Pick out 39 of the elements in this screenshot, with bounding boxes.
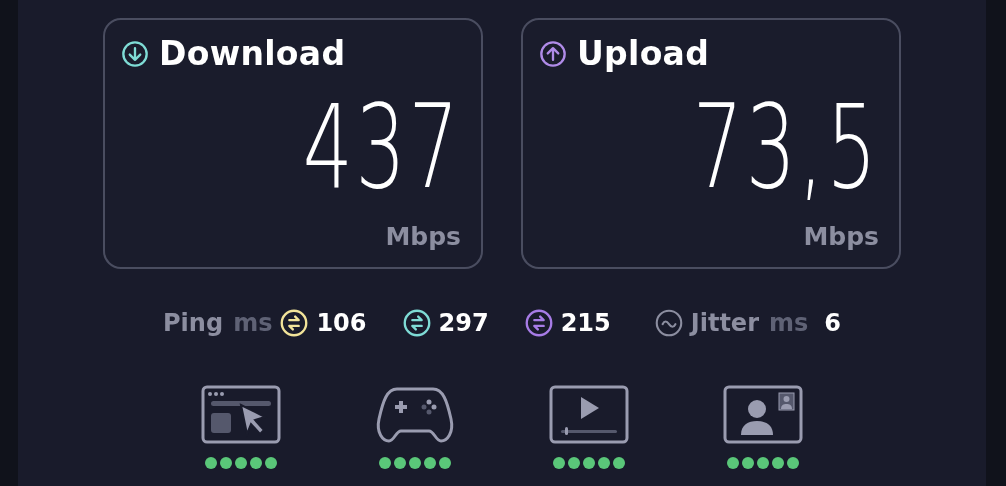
rating-dot <box>424 457 436 469</box>
unit-label: Mbps <box>385 222 461 251</box>
speed-value: 73,5 <box>692 89 879 205</box>
browser-window-icon <box>201 385 281 444</box>
rating-dot <box>727 457 739 469</box>
video-player-icon <box>549 385 629 444</box>
rating-dot <box>757 457 769 469</box>
rating-dot <box>583 457 595 469</box>
rating-dot <box>394 457 406 469</box>
rating-dot <box>787 457 799 469</box>
rating-dot <box>742 457 754 469</box>
unit-label: Mbps <box>803 222 879 251</box>
unit-label: ms <box>233 309 273 337</box>
rating-dot <box>409 457 421 469</box>
ping-label: Ping <box>163 309 224 337</box>
rating-dot <box>772 457 784 469</box>
rating-dot <box>265 457 277 469</box>
rating-dot <box>439 457 451 469</box>
ping-value: 215 <box>560 309 611 337</box>
video-call-icon <box>723 385 803 444</box>
result-title: Upload <box>577 34 710 73</box>
rating-dot <box>250 457 262 469</box>
rating-dot <box>205 457 217 469</box>
rating-dot <box>379 457 391 469</box>
unit-label: ms <box>768 309 809 337</box>
rating-dot <box>568 457 580 469</box>
gamepad-icon <box>375 385 455 444</box>
ping-value: 106 <box>316 309 367 337</box>
rating-dot <box>553 457 565 469</box>
rating-dot <box>235 457 247 469</box>
result-title: Download <box>159 34 346 73</box>
jitter-label: Jitter <box>690 309 759 337</box>
rating-dot <box>613 457 625 469</box>
rating-dot <box>598 457 610 469</box>
jitter-value: 6 <box>824 309 841 337</box>
wave-icon <box>654 309 683 337</box>
ping-value: 297 <box>438 309 489 337</box>
speed-value: 437 <box>302 89 461 205</box>
rating-dot <box>220 457 232 469</box>
